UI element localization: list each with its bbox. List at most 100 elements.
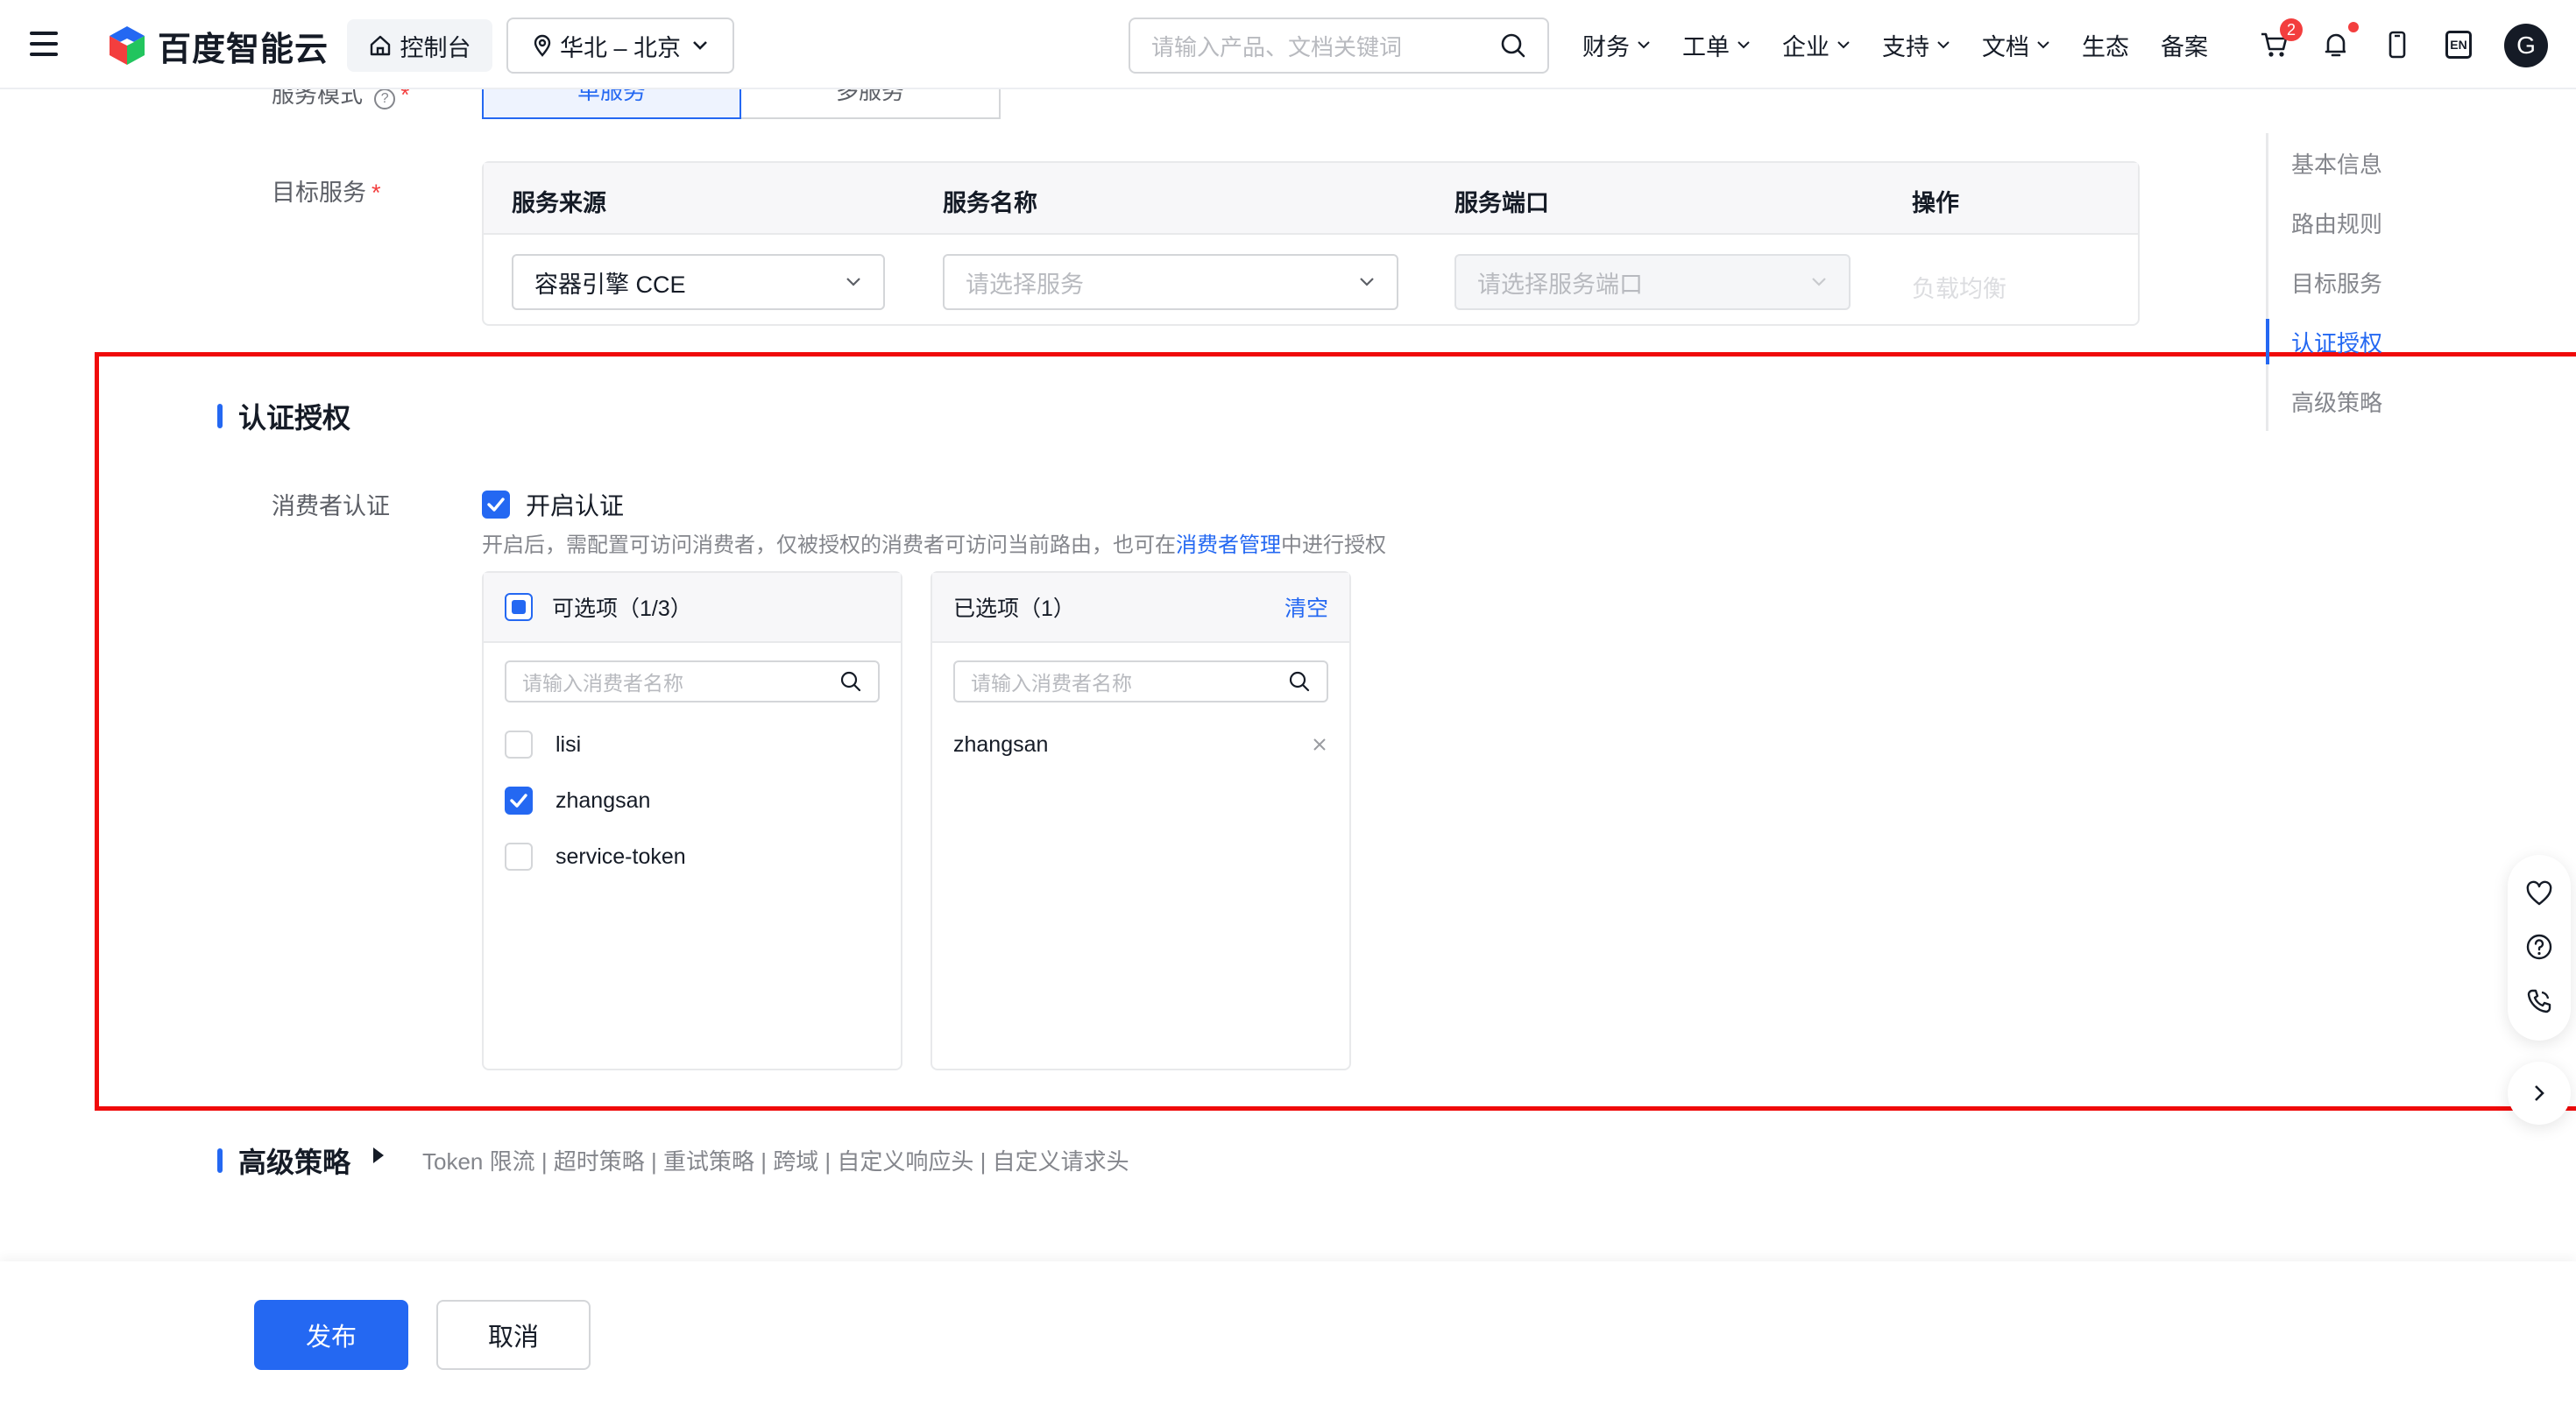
nav-label: 生态	[2082, 33, 2129, 60]
item-checkbox[interactable]	[505, 731, 533, 759]
section-title-advanced[interactable]: 高级策略	[217, 1140, 350, 1181]
chevron-down-icon	[693, 41, 707, 50]
enable-auth-label: 开启认证	[526, 492, 625, 519]
nav-item-support[interactable]: 支持	[1882, 28, 1950, 62]
phone-icon[interactable]	[2525, 987, 2553, 1015]
transfer-available-panel: 可选项（1/3） 请输入消费者名称 lisi zhangsan service-…	[482, 571, 902, 1070]
auth-title-text: 认证授权	[238, 402, 351, 434]
selected-search-input[interactable]: 请输入消费者名称	[953, 660, 1328, 702]
available-list: lisi zhangsan service-token	[484, 717, 901, 885]
advanced-links: Token 限流 | 超时策略 | 重试策略 | 跨域 | 自定义响应头 | 自…	[422, 1148, 1129, 1175]
available-title: 可选项（1/3）	[552, 597, 692, 621]
checkbox-checked[interactable]	[482, 491, 510, 519]
service-mode-multi[interactable]: 多服务	[741, 80, 1001, 119]
search-icon[interactable]	[1500, 32, 1526, 59]
anchor-advanced[interactable]: 高级策略	[2268, 371, 2382, 431]
search-icon	[840, 671, 861, 692]
top-nav: 财务 工单 企业 支持 文档 生态 备案	[1582, 0, 2240, 89]
service-source-select[interactable]: 容器引擎 CCE	[512, 254, 885, 310]
chevron-down-icon	[1937, 41, 1950, 49]
nav-item-enterprise[interactable]: 企业	[1782, 28, 1851, 62]
anchor-nav: 基本信息 路由规则 目标服务 认证授权 高级策略	[2265, 133, 2382, 431]
global-search-input[interactable]: 请输入产品、文档关键词	[1129, 18, 1549, 74]
target-service-table: 服务来源 服务名称 服务端口 操作 容器引擎 CCE 请选择服务 请选择服务端口…	[482, 161, 2140, 326]
col-service-port: 服务端口	[1454, 190, 1549, 216]
target-service-text: 目标服务	[272, 180, 366, 206]
check-icon	[487, 498, 505, 512]
console-button[interactable]: 控制台	[347, 19, 492, 72]
collapse-toolbar-button[interactable]	[2508, 1062, 2571, 1125]
service-port-select: 请选择服务端口	[1454, 254, 1851, 310]
clear-button[interactable]: 清空	[1284, 591, 1328, 623]
nav-label: 备案	[2161, 33, 2208, 60]
mobile-icon[interactable]	[2380, 27, 2415, 62]
transfer-selected-panel: 已选项（1） 清空 请输入消费者名称 zhangsan	[931, 571, 1351, 1070]
region-label: 华北 – 北京	[559, 34, 682, 61]
lang-label: EN	[2445, 31, 2472, 59]
bell-icon[interactable]	[2318, 22, 2359, 62]
advanced-title-text: 高级策略	[238, 1147, 351, 1178]
select-all-checkbox[interactable]	[505, 593, 533, 621]
anchor-auth[interactable]: 认证授权	[2265, 312, 2382, 371]
cube-logo-icon	[110, 26, 145, 65]
service-mode-single[interactable]: 单服务	[482, 80, 741, 119]
language-switch[interactable]: EN	[2441, 27, 2476, 62]
avatar[interactable]: G	[2504, 24, 2548, 67]
list-item[interactable]: service-token	[484, 829, 901, 885]
available-header: 可选项（1/3）	[484, 573, 901, 643]
check-icon	[510, 794, 527, 808]
menu-icon[interactable]	[30, 32, 58, 56]
help-icon[interactable]: ?	[374, 88, 396, 109]
required-mark: *	[372, 180, 381, 206]
col-action: 操作	[1912, 190, 1959, 216]
nav-label: 工单	[1682, 33, 1730, 60]
nav-item-ticket[interactable]: 工单	[1682, 28, 1751, 62]
anchor-basic-info[interactable]: 基本信息	[2268, 133, 2382, 193]
chevron-down-icon	[1737, 41, 1750, 49]
brand-logo[interactable]: 百度智能云	[105, 21, 329, 70]
nav-item-ecosystem[interactable]: 生态	[2082, 28, 2129, 62]
title-bar	[217, 1148, 223, 1173]
top-icon-group: 2 EN	[2257, 0, 2502, 89]
heart-icon[interactable]	[2525, 880, 2553, 907]
close-icon[interactable]	[1311, 736, 1328, 753]
bell-glyph	[2325, 33, 2346, 57]
list-item[interactable]: lisi	[484, 717, 901, 773]
help-icon[interactable]	[2525, 933, 2553, 961]
item-label: lisi	[556, 731, 582, 757]
service-name-placeholder: 请选择服务	[966, 271, 1084, 298]
help-text-after: 中进行授权	[1281, 533, 1386, 557]
cart-badge: 2	[2280, 18, 2303, 41]
item-checkbox[interactable]	[505, 787, 533, 815]
list-item[interactable]: zhangsan	[484, 773, 901, 829]
item-checkbox[interactable]	[505, 843, 533, 871]
top-header: 百度智能云 控制台 华北 – 北京 请输入产品、文档关键词 财务 工单 企业 支…	[0, 0, 2576, 89]
notification-dot	[2348, 22, 2359, 32]
search-icon	[1289, 671, 1310, 692]
cart-icon[interactable]: 2	[2257, 18, 2303, 62]
chevron-down-icon	[2037, 41, 2049, 49]
nav-label: 支持	[1882, 33, 1929, 60]
nav-item-finance[interactable]: 财务	[1582, 28, 1651, 62]
consumer-management-link[interactable]: 消费者管理	[1176, 533, 1281, 557]
title-bar	[217, 404, 223, 428]
section-title-auth: 认证授权	[217, 396, 350, 436]
cancel-button[interactable]: 取消	[436, 1300, 591, 1370]
service-name-select[interactable]: 请选择服务	[943, 254, 1398, 310]
available-search-input[interactable]: 请输入消费者名称	[505, 660, 880, 702]
auth-help-text: 开启后，需配置可访问消费者，仅被授权的消费者可访问当前路由，也可在消费者管理中进…	[482, 527, 1386, 558]
region-selector[interactable]: 华北 – 北京	[506, 18, 734, 74]
anchor-target-service[interactable]: 目标服务	[2268, 252, 2382, 312]
caret-right-icon[interactable]	[373, 1147, 384, 1163]
enable-auth-checkbox[interactable]: 开启认证	[482, 487, 624, 522]
nav-item-filing[interactable]: 备案	[2161, 28, 2208, 62]
nav-item-docs[interactable]: 文档	[1982, 28, 2050, 62]
item-label: zhangsan	[556, 787, 651, 813]
anchor-route-rules[interactable]: 路由规则	[2268, 193, 2382, 252]
consumer-auth-label: 消费者认证	[272, 493, 390, 519]
nav-label: 文档	[1982, 33, 2029, 60]
selected-title: 已选项（1）	[953, 597, 1075, 621]
chevron-down-icon	[1360, 278, 1374, 286]
publish-button[interactable]: 发布	[254, 1300, 408, 1370]
target-service-label: 目标服务 *	[272, 173, 381, 208]
